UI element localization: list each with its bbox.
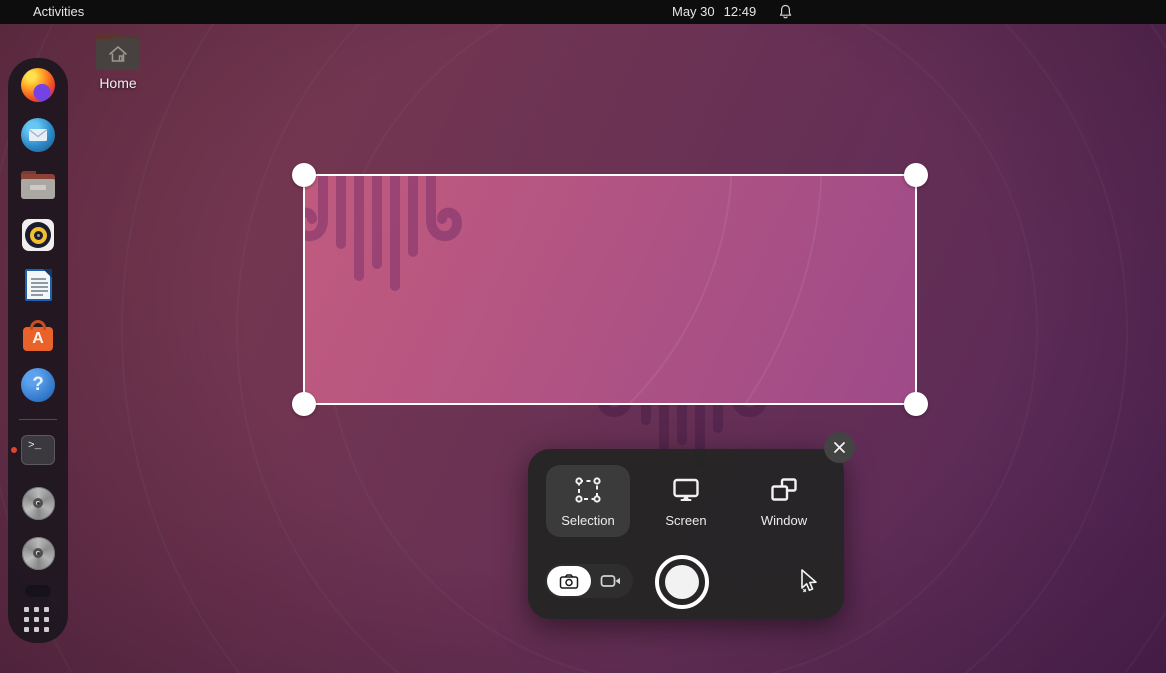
mode-label: Screen (665, 513, 707, 528)
show-applications-button[interactable] (24, 607, 52, 635)
optical-disc-icon[interactable] (20, 535, 56, 571)
top-bar: Activities May 30 12:49 (0, 0, 1166, 24)
thunderbird-mail-icon[interactable] (20, 117, 56, 153)
firefox-icon[interactable] (20, 67, 56, 103)
selection-region-border[interactable] (303, 174, 917, 405)
close-button[interactable] (824, 432, 855, 463)
notification-bell-icon (778, 4, 793, 23)
screen-mode-icon (673, 478, 699, 501)
selection-handle-bottom-left[interactable] (292, 392, 316, 416)
video-camera-icon (600, 575, 620, 587)
capture-type-toggle (545, 564, 633, 598)
optical-disc-icon[interactable] (20, 485, 56, 521)
mode-label: Window (760, 513, 808, 528)
folder-icon (95, 34, 141, 70)
mode-screen-button[interactable]: Screen (644, 465, 728, 537)
running-indicator-dot (11, 447, 17, 453)
house-glyph-icon (109, 46, 127, 62)
rhythmbox-music-icon[interactable] (20, 217, 56, 253)
mode-label: Selection (561, 513, 615, 528)
shutter-inner-circle (665, 565, 699, 599)
activities-button[interactable]: Activities (27, 0, 90, 24)
selection-handle-top-left[interactable] (292, 163, 316, 187)
selection-handle-top-right[interactable] (904, 163, 928, 187)
desktop-screen: Activities May 30 12:49 Home A ? >_ Sele… (0, 0, 1166, 673)
mode-window-button[interactable]: Window (742, 465, 826, 537)
selection-handle-bottom-right[interactable] (904, 392, 928, 416)
dock: A ? >_ (8, 58, 68, 643)
mode-selection-button[interactable]: Selection (546, 465, 630, 537)
clock-menu[interactable]: May 30 12:49 (672, 0, 756, 24)
still-camera-icon (559, 573, 579, 589)
video-camera-toggle-button[interactable] (591, 566, 631, 596)
window-mode-icon (771, 478, 797, 501)
home-folder-desktop-icon[interactable]: Home (90, 34, 146, 91)
libreoffice-writer-icon[interactable] (20, 267, 56, 303)
dock-divider (19, 419, 57, 420)
selection-mode-icon (575, 477, 601, 503)
help-question-icon[interactable]: ? (20, 367, 56, 403)
terminal-icon[interactable]: >_ (11, 432, 56, 468)
still-camera-toggle-button[interactable] (547, 566, 591, 596)
removable-drive-icon[interactable] (25, 585, 51, 597)
ubuntu-software-icon[interactable]: A (20, 317, 56, 353)
mouse-cursor (796, 567, 820, 600)
home-folder-label: Home (99, 75, 137, 91)
capture-mode-row: Selection Screen Window (528, 465, 844, 537)
close-icon (834, 442, 845, 453)
clock-time: 12:49 (723, 4, 757, 19)
files-folder-icon[interactable] (20, 167, 56, 203)
capture-shutter-button[interactable] (655, 555, 709, 609)
clock-date: May 30 (672, 4, 715, 19)
